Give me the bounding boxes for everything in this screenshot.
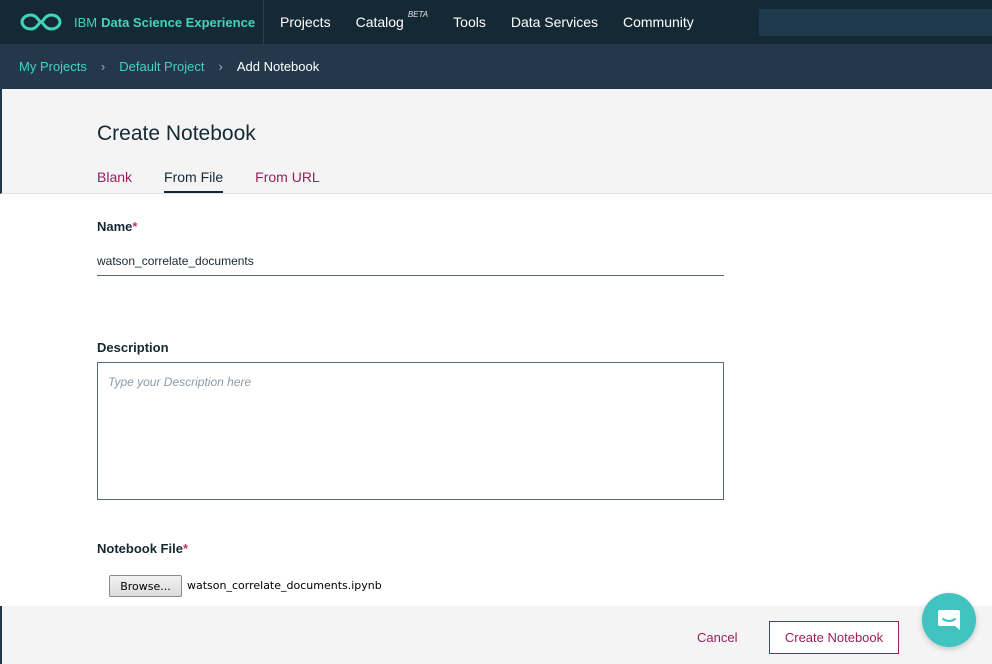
form-footer: Cancel Create Notebook [0, 606, 992, 664]
description-field[interactable] [97, 362, 724, 500]
create-notebook-button[interactable]: Create Notebook [769, 621, 899, 654]
required-mark: * [182, 541, 189, 556]
infinity-logo-icon [20, 13, 62, 31]
brand-ibm: IBM [74, 14, 98, 30]
tab-from-file[interactable]: From File [164, 169, 224, 193]
chevron-right-icon: › [100, 59, 106, 74]
chevron-right-icon: › [218, 59, 223, 74]
brand[interactable]: IBM Data Science Experience [0, 0, 264, 44]
breadcrumb-default-project[interactable]: Default Project [119, 59, 204, 74]
main-nav: Projects Catalog BETA Tools Data Services… [264, 0, 719, 44]
page-title: Create Notebook [97, 122, 256, 145]
notebook-file-label: Notebook File* [97, 541, 188, 556]
cancel-button[interactable]: Cancel [697, 630, 737, 645]
nav-community-label: Community [623, 14, 694, 30]
chat-icon [938, 610, 960, 630]
tab-from-url[interactable]: From URL [255, 169, 320, 193]
name-label: Name* [97, 219, 137, 234]
required-mark: * [132, 219, 138, 234]
notebook-file-label-text: Notebook File [97, 541, 183, 556]
nav-data-services-label: Data Services [510, 14, 598, 30]
name-label-text: Name [97, 219, 133, 234]
page-header: Create Notebook Blank From File From URL [0, 89, 992, 194]
search-input[interactable] [759, 9, 992, 36]
description-label: Description [97, 340, 169, 355]
tab-list: Blank From File From URL [97, 169, 352, 193]
nav-data-services[interactable]: Data Services [511, 14, 598, 30]
nav-projects[interactable]: Projects [280, 14, 331, 30]
selected-file-name: watson_correlate_documents.ipynb [187, 579, 382, 592]
breadcrumb: My Projects › Default Project › Add Note… [0, 44, 992, 89]
nav-projects-label: Projects [280, 14, 331, 30]
chat-launcher-button[interactable] [922, 593, 976, 647]
breadcrumb-current: Add Notebook [236, 59, 320, 74]
nav-catalog[interactable]: Catalog BETA [355, 10, 429, 30]
brand-name: Data Science Experience [101, 14, 256, 30]
tab-blank[interactable]: Blank [97, 169, 132, 193]
beta-badge: BETA [407, 10, 429, 19]
top-nav-bar: IBM Data Science Experience Projects Cat… [0, 0, 992, 44]
nav-catalog-label: Catalog [355, 14, 404, 30]
nav-tools-label: Tools [453, 14, 486, 30]
browse-button[interactable]: Browse... [109, 575, 182, 597]
name-field[interactable] [97, 247, 724, 276]
notebook-form: Name* Description Notebook File* Browse.… [0, 195, 992, 605]
nav-tools[interactable]: Tools [453, 14, 486, 30]
nav-community[interactable]: Community [623, 14, 694, 30]
breadcrumb-my-projects[interactable]: My Projects [19, 59, 87, 74]
